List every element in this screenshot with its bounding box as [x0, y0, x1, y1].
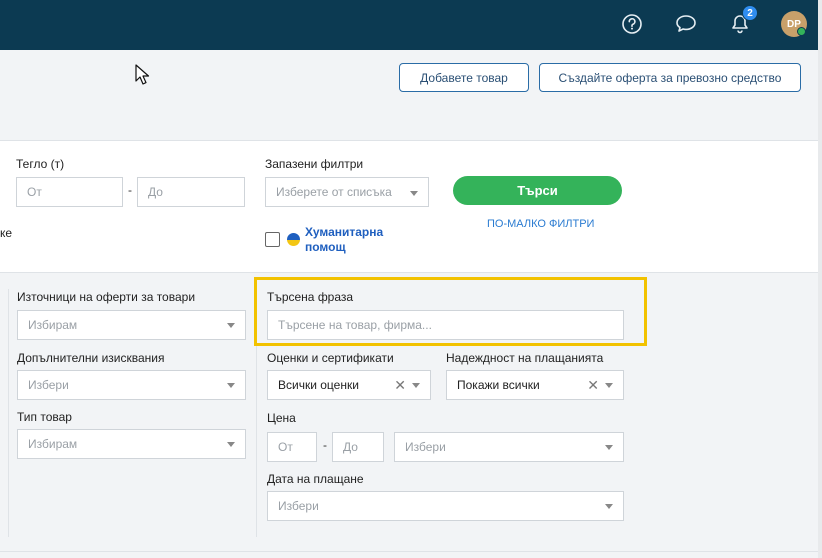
add-goods-button[interactable]: Добавете товар: [399, 63, 529, 92]
price-label: Цена: [267, 411, 296, 425]
payment-date-label: Дата на плащане: [267, 472, 364, 486]
price-range-separator: -: [323, 438, 327, 452]
saved-filters-label: Запазени филтри: [265, 157, 364, 171]
sources-placeholder: Избирам: [28, 318, 78, 332]
create-vehicle-offer-button[interactable]: Създайте оферта за превозно средство: [539, 63, 801, 92]
chevron-down-icon: [227, 323, 235, 328]
ratings-label: Оценки и сертификати: [267, 351, 394, 365]
chevron-down-icon: [605, 383, 613, 388]
chevron-down-icon: [227, 383, 235, 388]
ratings-value: Всички оценки: [278, 378, 359, 392]
search-phrase-highlight: [254, 277, 647, 346]
price-from-input[interactable]: От: [267, 432, 317, 462]
chevron-down-icon: [605, 504, 613, 509]
ukraine-flag-icon: [287, 233, 300, 246]
mouse-cursor-icon: [135, 64, 150, 85]
online-status-icon: [797, 27, 806, 36]
weight-from-input[interactable]: От: [16, 177, 123, 207]
humanitarian-aid-checkbox[interactable]: [265, 232, 280, 247]
chat-icon[interactable]: [673, 11, 699, 37]
top-navigation-bar: 2 DP: [0, 0, 822, 50]
sources-label: Източници на оферти за товари: [17, 290, 196, 304]
price-currency-select[interactable]: Избери: [394, 432, 624, 462]
sources-select[interactable]: Избирам: [17, 310, 246, 340]
weight-to-input[interactable]: До: [137, 177, 245, 207]
notification-badge: 2: [742, 5, 758, 21]
requirements-label: Допълнителни изисквания: [17, 351, 165, 365]
payment-date-placeholder: Избери: [278, 499, 319, 513]
payment-reliability-label: Надеждност на плащанията: [446, 351, 604, 365]
weight-label: Тегло (т): [16, 157, 65, 171]
scrollbar[interactable]: [818, 0, 822, 558]
ratings-select[interactable]: Всички оценки ✕: [267, 370, 431, 400]
clear-icon[interactable]: ✕: [394, 377, 406, 394]
goods-type-label: Тип товар: [17, 410, 72, 424]
bottom-divider: [0, 551, 818, 552]
humanitarian-aid-label[interactable]: Хуманитарна помощ: [305, 225, 415, 255]
requirements-placeholder: Избери: [28, 378, 69, 392]
payment-date-select[interactable]: Избери: [267, 491, 624, 521]
saved-filters-placeholder: Изберете от списъка: [276, 185, 392, 199]
price-currency-placeholder: Избери: [405, 440, 446, 454]
goods-type-select[interactable]: Избирам: [17, 429, 246, 459]
chevron-down-icon: [605, 445, 613, 450]
fewer-filters-link[interactable]: ПО-МАЛКО ФИЛТРИ: [487, 218, 594, 230]
payment-reliability-select[interactable]: Покажи всички ✕: [446, 370, 624, 400]
chevron-down-icon: [227, 442, 235, 447]
saved-filters-select[interactable]: Изберете от списъка: [265, 177, 429, 207]
search-button[interactable]: Търси: [453, 176, 622, 205]
goods-type-placeholder: Избирам: [28, 437, 78, 451]
chevron-down-icon: [412, 383, 420, 388]
clear-icon[interactable]: ✕: [587, 377, 599, 394]
weight-range-separator: -: [128, 183, 132, 197]
payment-reliability-value: Покажи всички: [457, 378, 540, 392]
price-to-input[interactable]: До: [332, 432, 384, 462]
chevron-down-icon: [410, 191, 418, 196]
help-icon[interactable]: [619, 11, 645, 37]
requirements-select[interactable]: Избери: [17, 370, 246, 400]
left-divider: [8, 289, 9, 537]
cut-off-label: ке: [0, 226, 13, 240]
